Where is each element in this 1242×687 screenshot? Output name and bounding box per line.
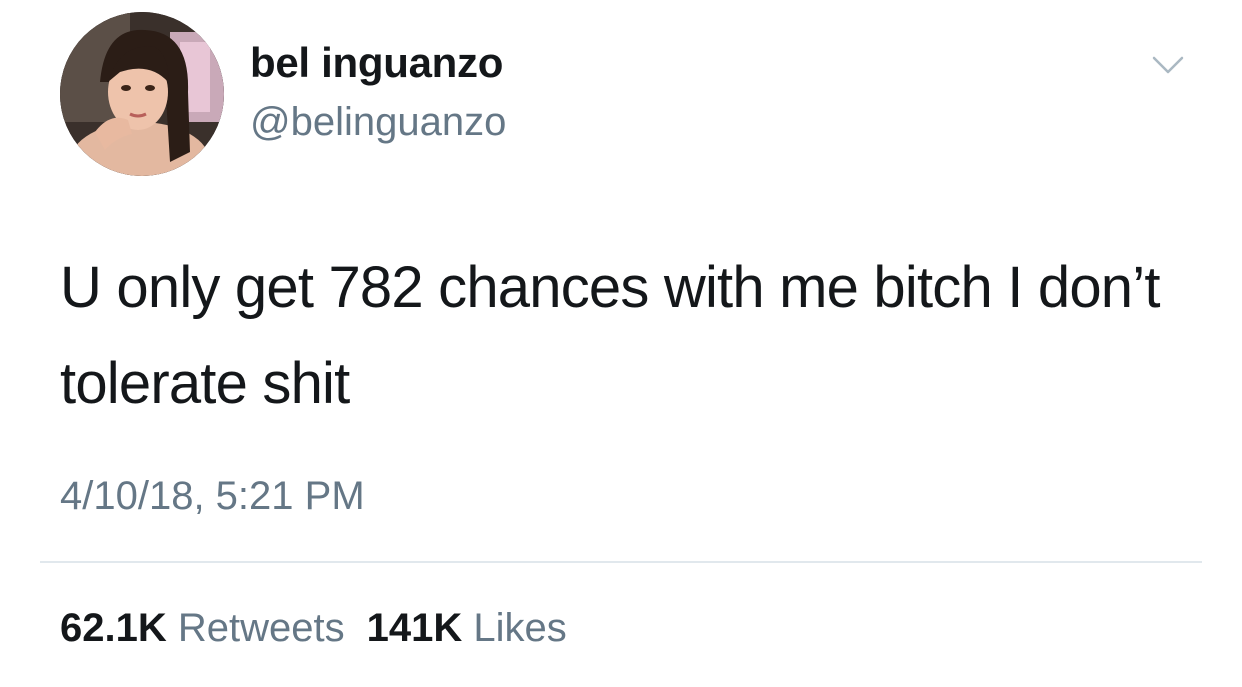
likes-label: Likes — [473, 606, 567, 650]
likes-stat[interactable]: 141K Likes — [367, 606, 567, 650]
tweet-timestamp[interactable]: 4/10/18, 5:21 PM — [60, 472, 365, 520]
divider — [40, 561, 1202, 563]
avatar[interactable] — [60, 12, 224, 176]
author-display-name[interactable]: bel inguanzo — [250, 38, 503, 88]
retweets-stat[interactable]: 62.1K Retweets — [60, 606, 345, 650]
tweet-detail: bel inguanzo @belinguanzo U only get 782… — [0, 0, 1242, 687]
tweet-stats: 62.1K Retweets 141K Likes — [60, 604, 567, 652]
retweets-label: Retweets — [177, 606, 345, 650]
likes-count: 141K — [366, 606, 463, 650]
author-handle[interactable]: @belinguanzo — [250, 98, 506, 146]
retweets-count: 62.1K — [60, 606, 167, 650]
tweet-text: U only get 782 chances with me bitch I d… — [60, 255, 1160, 416]
chevron-down-icon[interactable] — [1148, 50, 1188, 80]
